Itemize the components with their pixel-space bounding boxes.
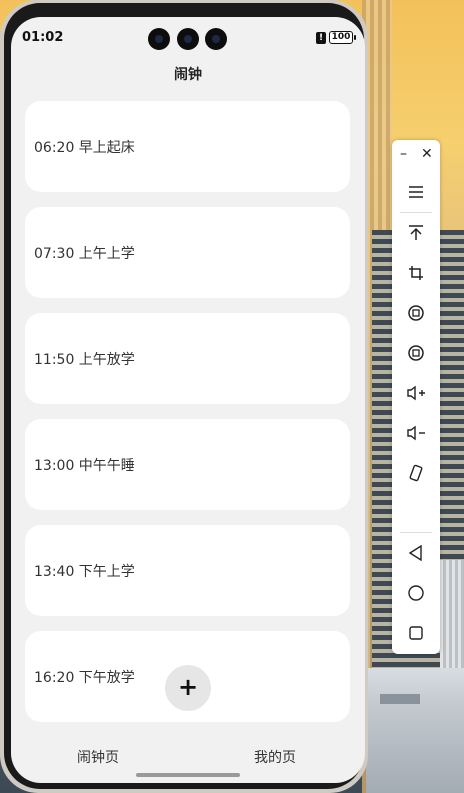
toolbar-divider <box>400 212 432 213</box>
alarm-label: 16:20 下午放学 <box>34 670 135 686</box>
home-indicator[interactable] <box>136 773 240 777</box>
tab-alarm-page[interactable]: 闹钟页 <box>77 747 119 767</box>
notification-icon: ! <box>316 32 326 44</box>
tab-my-page[interactable]: 我的页 <box>254 747 296 767</box>
rotate-right-icon[interactable] <box>392 338 440 368</box>
alarm-card[interactable]: 11:50 上午放学 <box>25 313 350 404</box>
pin-top-icon[interactable] <box>392 218 440 248</box>
minimize-icon[interactable]: – <box>400 146 407 162</box>
page-title: 闹钟 <box>174 67 202 83</box>
alarm-label: 07:30 上午上学 <box>34 246 135 262</box>
recents-icon[interactable] <box>392 618 440 648</box>
phone-screen: 01:02 ! 100 闹钟 06:20 早上起床 07:30 上午上学 11:… <box>11 17 365 783</box>
camera-icon <box>177 28 199 50</box>
alarm-label: 13:00 中午午睡 <box>34 458 135 474</box>
volume-up-icon[interactable] <box>392 378 440 408</box>
emulator-toolbar: – ✕ <box>392 140 440 654</box>
add-alarm-button[interactable]: + <box>165 665 211 711</box>
battery-indicator: 100 <box>329 31 356 44</box>
alarm-card[interactable]: 06:20 早上起床 <box>25 101 350 192</box>
alarm-card[interactable]: 07:30 上午上学 <box>25 207 350 298</box>
shake-icon[interactable] <box>392 458 440 488</box>
rotate-left-icon[interactable] <box>392 298 440 328</box>
toolbar-divider <box>400 532 432 533</box>
status-time: 01:02 <box>22 30 64 45</box>
camera-icon <box>148 28 170 50</box>
alarm-card[interactable]: 13:00 中午午睡 <box>25 419 350 510</box>
phone-frame: 01:02 ! 100 闹钟 06:20 早上起床 07:30 上午上学 11:… <box>0 0 368 793</box>
alarm-label: 06:20 早上起床 <box>34 140 135 156</box>
volume-down-icon[interactable] <box>392 418 440 448</box>
phone-bezel: 01:02 ! 100 闹钟 06:20 早上起床 07:30 上午上学 11:… <box>4 3 365 789</box>
camera-icon <box>205 28 227 50</box>
crop-icon[interactable] <box>392 258 440 288</box>
alarm-label: 11:50 上午放学 <box>34 352 135 368</box>
menu-icon[interactable] <box>392 177 440 207</box>
alarm-label: 13:40 下午上学 <box>34 564 135 580</box>
alarm-card[interactable]: 13:40 下午上学 <box>25 525 350 616</box>
home-icon[interactable] <box>392 578 440 608</box>
background-roof <box>366 668 464 793</box>
back-icon[interactable] <box>392 538 440 568</box>
close-icon[interactable]: ✕ <box>421 146 433 162</box>
